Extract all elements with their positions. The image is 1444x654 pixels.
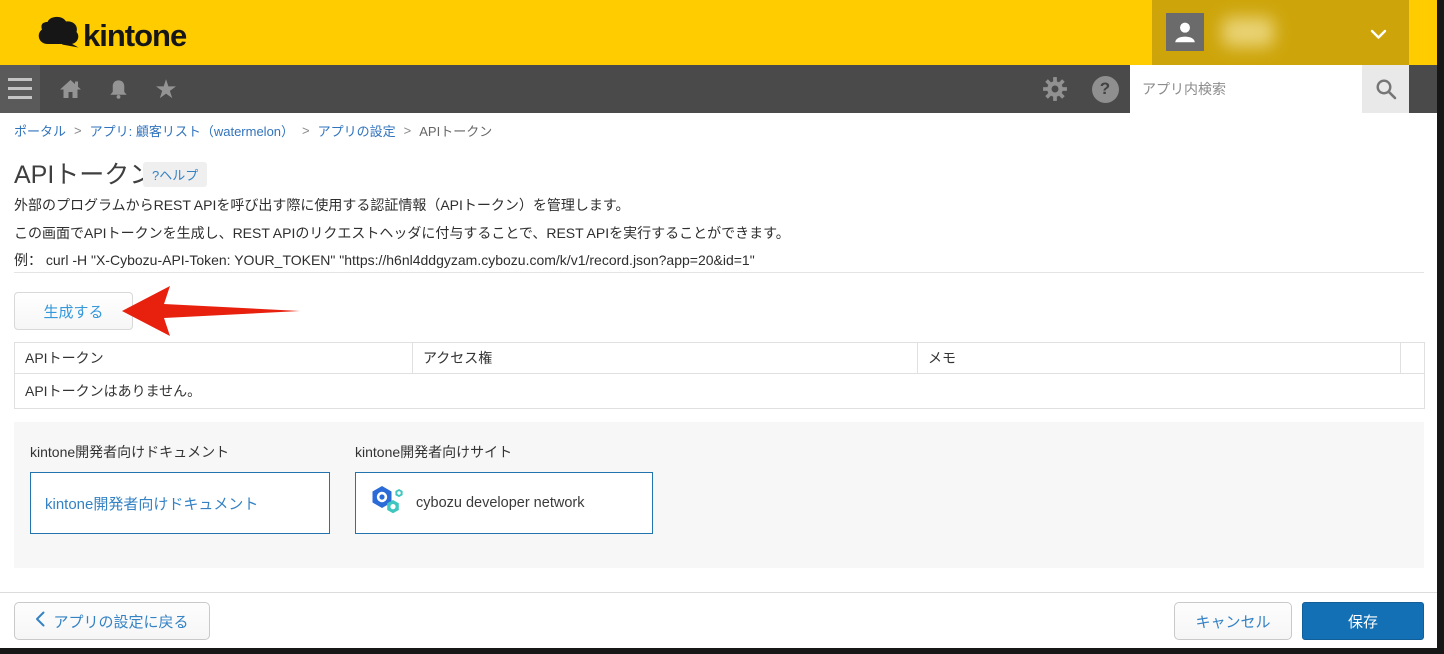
search-icon [1375,79,1396,100]
breadcrumb-separator: > [302,123,310,138]
description-line: 外部のプログラムからREST APIを呼び出す際に使用する認証情報（APIトーク… [14,197,630,213]
gear-icon [1043,77,1067,101]
star-icon: ★ [154,74,178,104]
breadcrumb-separator: > [403,123,412,138]
bell-icon [109,80,127,99]
page-title: APIトークン [14,161,155,189]
hamburger-menu-button[interactable] [0,65,40,113]
avatar [1166,13,1204,51]
breadcrumb-app[interactable]: アプリ: 顧客リスト（watermelon） [90,121,294,140]
brand-wordmark: kintone [83,17,187,53]
column-header-access-rights: アクセス権 [412,342,918,374]
breadcrumb-portal[interactable]: ポータル [14,121,66,140]
red-arrow-annotation [118,283,302,344]
person-icon [1175,22,1195,43]
kintone-cloud-icon [34,13,80,58]
home-button[interactable] [50,65,90,113]
description-line-example: 例： curl -H "X-Cybozu-API-Token: YOUR_TOK… [14,252,755,268]
user-menu[interactable] [1152,0,1409,65]
help-button[interactable]: ? [1085,65,1125,113]
cancel-button[interactable]: キャンセル [1174,602,1292,640]
page-description: 外部のプログラムからREST APIを呼び出す際に使用する認証情報（APIトーク… [14,192,790,275]
breadcrumb-separator: > [74,123,82,138]
settings-button[interactable] [1035,65,1075,113]
favorites-button[interactable]: ★ [146,65,186,113]
arrow-left-icon [122,286,300,336]
column-header-actions [1400,342,1425,374]
doc-section-label: kintone開発者向けドキュメント [30,444,230,460]
search-button[interactable] [1362,65,1409,113]
developer-docs-link[interactable]: kintone開発者向けドキュメント [45,493,258,514]
developer-docs-link-box[interactable]: kintone開発者向けドキュメント [30,472,330,534]
breadcrumb: ポータル > アプリ: 顧客リスト（watermelon） > アプリの設定 >… [14,121,492,140]
description-line: この画面でAPIトークンを生成し、REST APIのリクエストヘッダに付与するこ… [14,224,790,241]
search-input[interactable] [1130,65,1362,113]
empty-state-message: APIトークンはありません。 [14,373,1425,409]
window-right-edge [1437,0,1444,654]
section-divider [14,272,1424,273]
developer-links-panel: kintone開発者向けドキュメント kintone開発者向けサイト kinto… [14,422,1424,568]
kintone-api-token-page: kintone ★ ? アプリ内検索 ポータル > アプリ: 顧客リスト（wat… [0,0,1444,654]
breadcrumb-app-settings[interactable]: アプリの設定 [318,121,396,140]
window-bottom-edge [0,648,1444,654]
api-token-table: APIトークン アクセス権 メモ APIトークンはありません。 [14,342,1425,409]
table-row: APIトークンはありません。 [14,373,1425,409]
home-icon [59,80,81,98]
back-to-settings-button[interactable]: アプリの設定に戻る [14,602,210,640]
user-name-redacted [1222,17,1274,47]
site-section-label: kintone開発者向けサイト [355,444,513,460]
chevron-left-icon [35,611,45,631]
generate-token-button[interactable]: 生成する [14,292,133,330]
developer-network-link-box[interactable]: cybozu developer network [355,472,653,534]
column-header-memo: メモ [917,342,1401,374]
help-link[interactable]: ?ヘルプ [143,162,208,187]
column-header-api-token: APIトークン [14,342,413,374]
breadcrumb-current: APIトークン [419,124,493,139]
footer-divider [0,592,1437,593]
notifications-button[interactable] [98,65,138,113]
cybozu-gears-icon [370,483,406,524]
question-icon: ? [1091,75,1119,103]
back-button-label: アプリの設定に戻る [53,613,189,631]
kintone-logo[interactable]: kintone [34,13,187,58]
save-button[interactable]: 保存 [1302,602,1424,640]
chevron-down-icon [1370,27,1387,45]
top-header-bar: kintone [0,0,1437,65]
table-header-row: APIトークン アクセス権 メモ [14,342,1425,374]
developer-network-link[interactable]: cybozu developer network [416,495,584,511]
